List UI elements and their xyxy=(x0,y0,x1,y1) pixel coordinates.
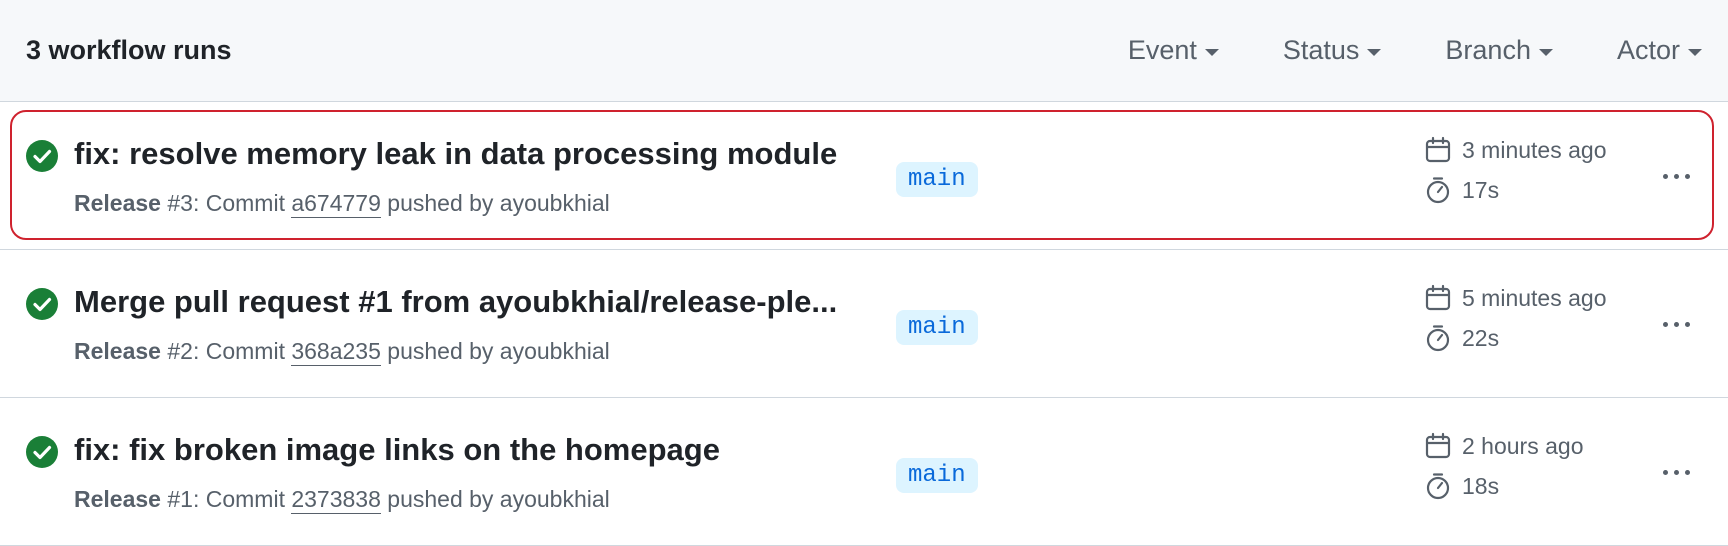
status-filter-label: Status xyxy=(1282,35,1360,65)
duration: 17s xyxy=(1462,176,1500,203)
branch-filter-dropdown[interactable]: Branch xyxy=(1445,35,1553,66)
stopwatch-icon xyxy=(1426,325,1450,352)
workflow-name: Release xyxy=(74,338,161,364)
commit-prefix: : Commit xyxy=(192,338,285,364)
run-title-link[interactable]: fix: resolve memory leak in data process… xyxy=(74,136,837,172)
kebab-dot xyxy=(1673,321,1679,327)
pushed-by-text: pushed by ayoubkhial xyxy=(387,486,610,512)
kebab-dot xyxy=(1662,173,1668,179)
workflow-run-row[interactable]: fix: fix broken image links on the homep… xyxy=(0,398,1728,546)
more-options-button[interactable] xyxy=(1656,158,1696,194)
more-options-button[interactable] xyxy=(1656,454,1696,490)
workflow-run-row[interactable]: fix: resolve memory leak in data process… xyxy=(0,102,1728,250)
status-filter-dropdown[interactable]: Status xyxy=(1283,35,1382,66)
commit-prefix: : Commit xyxy=(192,190,285,216)
run-duration: 17s xyxy=(1424,176,1499,204)
commit-sha-link[interactable]: a674779 xyxy=(291,190,381,218)
duration: 18s xyxy=(1462,472,1500,499)
run-subtitle: Release #1: Commit 2373838 pushed by ayo… xyxy=(74,486,610,514)
time-ago: 5 minutes ago xyxy=(1462,284,1607,311)
actor-filter-label: Actor xyxy=(1616,35,1680,65)
runs-header: 3 workflow runs Event Status Branch Acto… xyxy=(0,0,1728,102)
branch-badge[interactable]: main xyxy=(896,162,978,197)
branch-badge[interactable]: main xyxy=(896,458,978,493)
check-circle-icon xyxy=(26,140,58,172)
calendar-icon xyxy=(1425,432,1451,459)
run-number: #3 xyxy=(167,190,193,216)
chevron-down-icon xyxy=(1204,48,1219,56)
branch-filter-label: Branch xyxy=(1445,35,1531,65)
chevron-down-icon xyxy=(1688,48,1702,56)
run-title-link[interactable]: Merge pull request #1 from ayoubkhial/re… xyxy=(74,284,837,320)
event-filter-dropdown[interactable]: Event xyxy=(1128,35,1219,66)
chevron-down-icon xyxy=(1538,48,1553,56)
kebab-dot xyxy=(1673,173,1679,179)
run-time: 2 hours ago xyxy=(1424,432,1583,460)
workflow-name: Release xyxy=(74,190,161,216)
stopwatch-icon xyxy=(1426,177,1450,204)
workflow-runs-panel: 3 workflow runs Event Status Branch Acto… xyxy=(0,0,1728,546)
commit-sha-link[interactable]: 2373838 xyxy=(291,486,381,514)
commit-prefix: : Commit xyxy=(192,486,285,512)
check-circle-icon xyxy=(26,288,58,320)
run-title-link[interactable]: fix: fix broken image links on the homep… xyxy=(74,432,720,468)
kebab-dot xyxy=(1684,469,1690,475)
pushed-by-text: pushed by ayoubkhial xyxy=(387,338,610,364)
kebab-dot xyxy=(1673,469,1679,475)
calendar-icon xyxy=(1425,284,1451,311)
pushed-by-text: pushed by ayoubkhial xyxy=(387,190,610,216)
actor-filter-dropdown[interactable]: Actor xyxy=(1617,35,1702,66)
chevron-down-icon xyxy=(1367,48,1382,56)
stopwatch-icon xyxy=(1426,473,1450,500)
runs-count: 3 workflow runs xyxy=(26,35,232,65)
duration: 22s xyxy=(1462,324,1500,351)
run-number: #2 xyxy=(167,338,193,364)
workflow-name: Release xyxy=(74,486,161,512)
calendar-icon xyxy=(1425,136,1451,163)
commit-sha-link[interactable]: 368a235 xyxy=(291,338,381,366)
run-time: 5 minutes ago xyxy=(1424,284,1606,312)
run-number: #1 xyxy=(167,486,193,512)
run-duration: 22s xyxy=(1424,324,1499,352)
time-ago: 3 minutes ago xyxy=(1462,136,1607,163)
run-time: 3 minutes ago xyxy=(1424,136,1606,164)
run-duration: 18s xyxy=(1424,472,1499,500)
run-subtitle: Release #2: Commit 368a235 pushed by ayo… xyxy=(74,338,610,366)
event-filter-label: Event xyxy=(1127,35,1197,65)
more-options-button[interactable] xyxy=(1656,306,1696,342)
kebab-dot xyxy=(1684,173,1690,179)
check-circle-icon xyxy=(26,436,58,468)
run-subtitle: Release #3: Commit a674779 pushed by ayo… xyxy=(74,190,610,218)
kebab-dot xyxy=(1684,321,1690,327)
kebab-dot xyxy=(1662,469,1668,475)
workflow-run-row[interactable]: Merge pull request #1 from ayoubkhial/re… xyxy=(0,250,1728,398)
branch-badge[interactable]: main xyxy=(896,310,978,345)
time-ago: 2 hours ago xyxy=(1462,432,1584,459)
filter-bar: Event Status Branch Actor xyxy=(1064,35,1702,66)
kebab-dot xyxy=(1662,321,1668,327)
